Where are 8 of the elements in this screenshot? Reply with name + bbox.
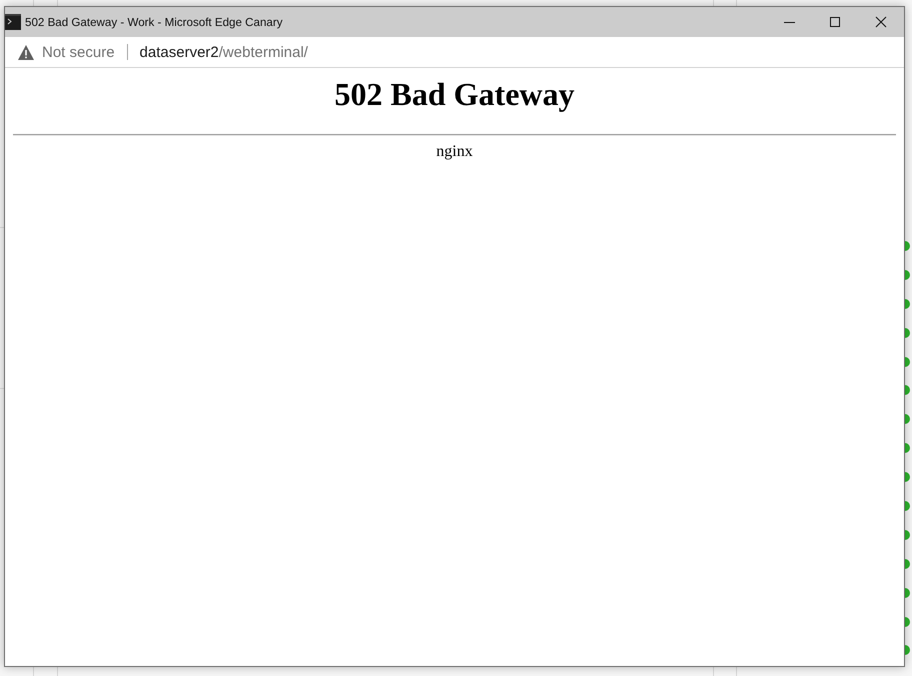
security-label[interactable]: Not secure (42, 44, 115, 60)
warning-icon[interactable] (18, 44, 34, 60)
close-icon (876, 17, 886, 27)
window-title: 502 Bad Gateway - Work - Microsoft Edge Canary (25, 16, 283, 28)
address-field[interactable]: dataserver2/webterminal/ (140, 44, 308, 60)
page-heading: 502 Bad Gateway (334, 76, 574, 113)
server-name: nginx (436, 143, 473, 161)
maximize-icon (830, 17, 840, 27)
